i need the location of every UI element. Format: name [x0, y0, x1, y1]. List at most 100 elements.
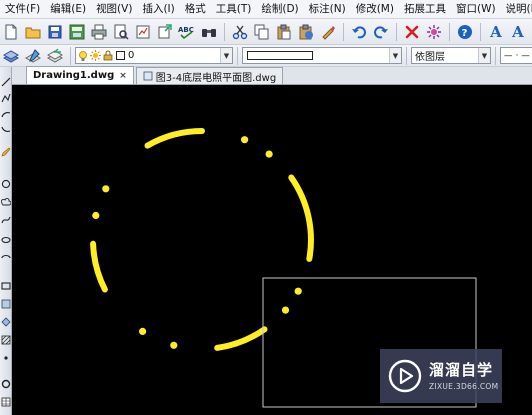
linetype-select[interactable]: 依图层 ▼ [411, 47, 491, 64]
table-icon[interactable] [1, 397, 11, 407]
menu-edit[interactable]: 编辑(E) [45, 0, 91, 19]
menu-file[interactable]: 文件(F) [0, 0, 45, 19]
layer-manager-icon[interactable] [1, 46, 21, 66]
layer-lock-icon [103, 50, 113, 61]
spline-icon[interactable] [1, 215, 11, 225]
help-icon[interactable]: ? [455, 22, 475, 42]
circle-dot-segment[interactable] [265, 150, 273, 158]
revision-cloud-icon[interactable] [1, 197, 11, 207]
arc-icon[interactable] [1, 109, 11, 119]
redo-icon[interactable] [371, 22, 391, 42]
line-icon[interactable] [1, 77, 11, 87]
close-icon[interactable]: × [119, 71, 127, 81]
hatch-icon[interactable] [1, 335, 11, 345]
menu-format[interactable]: 格式 [180, 0, 211, 19]
match-properties-icon[interactable] [318, 22, 338, 42]
watermark-url: ZIXUE.3D66.COM [429, 381, 499, 391]
toolbar-separator [396, 22, 397, 41]
undo-icon[interactable] [349, 22, 369, 42]
circle-dot-segment[interactable] [294, 287, 302, 295]
circle-dash-segment[interactable] [144, 128, 205, 149]
insert-block-icon[interactable] [1, 317, 11, 327]
layer-color-swatch [116, 51, 125, 60]
new-file-icon[interactable] [1, 22, 21, 42]
chevron-down-icon[interactable]: ▼ [220, 48, 232, 63]
chevron-down-icon[interactable]: ▼ [389, 48, 401, 63]
layer-select[interactable]: 0 ▼ [75, 47, 233, 64]
color-swatch [247, 51, 313, 60]
ellipse-icon[interactable] [1, 235, 11, 245]
layer-state-icon[interactable] [23, 46, 43, 66]
menu-modify[interactable]: 修改(M) [351, 0, 399, 19]
light-bulb-icon [78, 50, 88, 62]
block-icon[interactable] [1, 299, 11, 309]
menu-dimension[interactable]: 标注(N) [304, 0, 351, 19]
menu-tools[interactable]: 工具(T) [211, 0, 257, 19]
layer-name: 0 [128, 50, 135, 61]
menu-extension-tools[interactable]: 拓展工具 [399, 0, 451, 19]
toolbar-separator [237, 46, 238, 65]
chevron-down-icon[interactable]: ▼ [478, 48, 490, 63]
multiline-text-icon[interactable]: A [508, 22, 528, 42]
plot-icon[interactable] [133, 22, 153, 42]
watermark-title: 溜溜自学 [429, 360, 494, 379]
menu-bar: 文件(F) 编辑(E) 视图(V) 插入(I) 格式 工具(T) 绘制(D) 标… [0, 0, 532, 19]
menu-view[interactable]: 视图(V) [91, 0, 137, 19]
watermark-texts: 溜溜自学 ZIXUE.3D66.COM [429, 361, 498, 392]
open-file-icon[interactable] [23, 22, 43, 42]
paste-icon[interactable] [274, 22, 294, 42]
dashed-circle-geometry[interactable] [90, 128, 314, 351]
color-select[interactable]: ▼ [242, 47, 402, 64]
circle-icon[interactable] [1, 179, 11, 189]
find-icon[interactable] [199, 22, 219, 42]
circle-dot-segment[interactable] [170, 341, 178, 349]
circle-dot-segment[interactable] [281, 306, 290, 314]
pencil-icon[interactable] [1, 147, 11, 157]
circle-dot-segment[interactable] [139, 327, 147, 335]
menu-draw[interactable]: 绘制(D) [256, 0, 303, 19]
document-tabs: Drawing1.dwg × 图3-4底层电照平面图.dwg [12, 66, 532, 85]
toolbar-separator [224, 22, 225, 41]
circle-dash-segment[interactable] [90, 240, 108, 293]
menu-insert[interactable]: 插入(I) [137, 0, 179, 19]
circle-dash-segment[interactable] [214, 326, 268, 351]
explode-icon[interactable] [424, 22, 444, 42]
tab-label: Drawing1.dwg [33, 70, 115, 81]
save-as-icon[interactable] [67, 22, 87, 42]
toolbar-separator [495, 46, 496, 65]
lineweight-select[interactable]: — · — · — DIVIDEX [500, 47, 532, 64]
cut-icon[interactable] [230, 22, 250, 42]
donut-icon[interactable] [1, 379, 11, 389]
point-icon[interactable] [1, 353, 11, 363]
play-logo-icon [388, 359, 422, 393]
polyline-icon[interactable] [1, 93, 11, 103]
linetype-value: 依图层 [415, 52, 445, 63]
cad-window: 文件(F) 编辑(E) 视图(V) 插入(I) 格式 工具(T) 绘制(D) 标… [0, 0, 532, 415]
menu-help[interactable]: 说明(H) [501, 0, 532, 19]
circle-dot-segment[interactable] [241, 136, 249, 144]
circle-dot-segment[interactable] [92, 211, 100, 220]
delete-icon[interactable] [402, 22, 422, 42]
toolbar-separator [70, 46, 71, 65]
print-preview-icon[interactable] [111, 22, 131, 42]
ellipse-arc-icon[interactable] [1, 253, 11, 263]
tab-floor-plan[interactable]: 图3-4底层电照平面图.dwg [135, 67, 284, 84]
publish-icon[interactable] [155, 22, 175, 42]
print-icon[interactable] [89, 22, 109, 42]
rectangle-icon[interactable] [1, 281, 11, 291]
circle-dot-segment[interactable] [102, 185, 110, 193]
spellcheck-icon[interactable]: ABC [177, 22, 197, 42]
circle-dash-segment[interactable] [288, 174, 314, 262]
tab-label: 图3-4底层电照平面图.dwg [155, 72, 277, 84]
toolbar-separator [449, 22, 450, 41]
tab-drawing1[interactable]: Drawing1.dwg × [26, 66, 134, 84]
arc-icon[interactable] [1, 125, 11, 135]
toolbar-separator [480, 22, 481, 41]
paste-special-icon[interactable] [296, 22, 316, 42]
menu-window[interactable]: 窗口(W) [451, 0, 501, 19]
text-style-icon[interactable]: A [486, 22, 506, 42]
layer-previous-icon[interactable] [45, 46, 65, 66]
copy-icon[interactable] [252, 22, 272, 42]
sun-icon [90, 50, 101, 61]
save-icon[interactable] [45, 22, 65, 42]
